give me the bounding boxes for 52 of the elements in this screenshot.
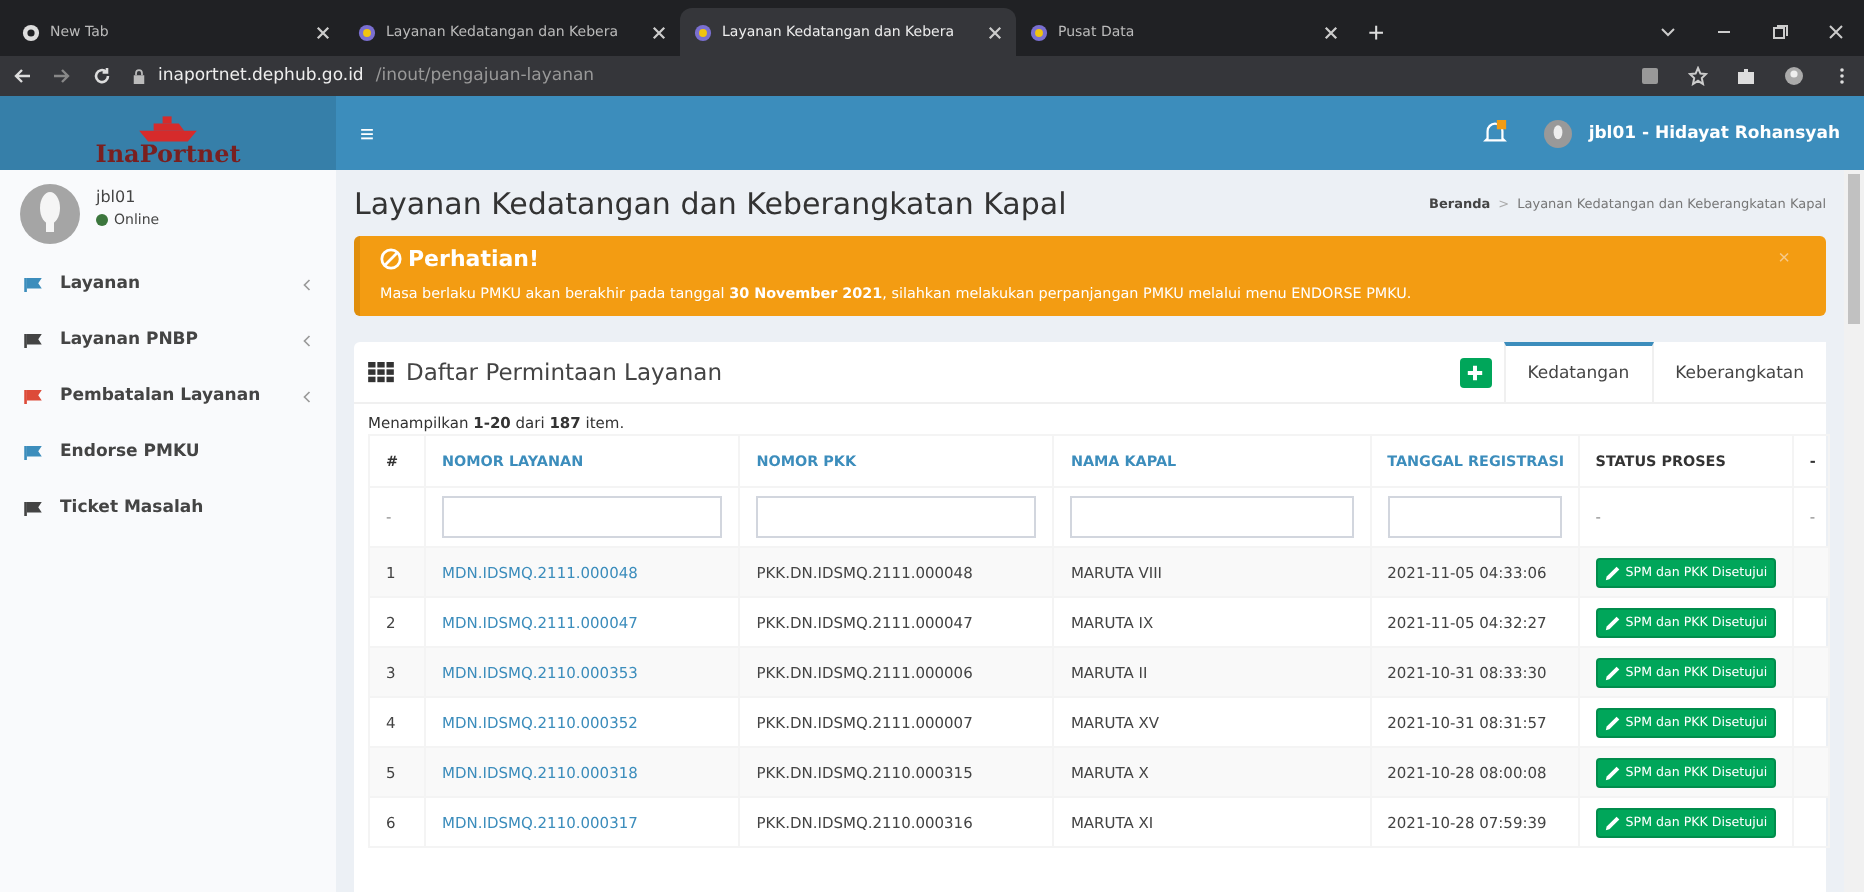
panel-title: Daftar Permintaan Layanan (406, 358, 722, 386)
forward-arrow-icon[interactable] (52, 66, 72, 86)
user-name[interactable]: jbl01 - Hidayat Rohansyah (1588, 123, 1840, 143)
pencil-icon (1603, 713, 1622, 731)
reload-icon[interactable] (92, 66, 112, 86)
new-tab-button[interactable]: + (1352, 8, 1401, 56)
chevron-left-icon (302, 333, 312, 347)
pencil-icon (1603, 763, 1622, 781)
close-icon[interactable] (316, 25, 330, 39)
add-button[interactable] (1459, 358, 1492, 388)
restore-icon[interactable] (1770, 22, 1790, 42)
pencil-icon (1603, 613, 1622, 631)
sidebar-item[interactable]: Ticket Masalah (0, 480, 336, 536)
back-arrow-icon[interactable] (12, 66, 32, 86)
logo[interactable]: InaPortnet (0, 96, 336, 170)
site-icon (1030, 23, 1048, 41)
filter-field[interactable] (1387, 496, 1562, 538)
close-icon[interactable] (1324, 25, 1338, 39)
ban-icon (380, 248, 402, 270)
chevron-down-icon[interactable] (1658, 22, 1678, 42)
plus-icon (1466, 364, 1485, 382)
chevron-left-icon (302, 389, 312, 403)
chevron-left-icon (302, 277, 312, 291)
sidebar-item[interactable]: Layanan PNBP (0, 312, 336, 368)
lock-icon (132, 67, 146, 85)
globe-icon (22, 23, 40, 41)
close-icon[interactable] (1826, 22, 1846, 42)
close-icon[interactable] (652, 25, 666, 39)
sidebar-item[interactable]: Pembatalan Layanan (0, 368, 336, 424)
filter-field[interactable] (1070, 496, 1354, 538)
bell-icon[interactable] (1482, 120, 1509, 146)
status-dot (96, 214, 108, 226)
sidebar-item[interactable]: Endorse PMKU (0, 424, 336, 480)
avatar-icon (1544, 119, 1573, 147)
pencil-icon (1603, 663, 1622, 681)
pencil-icon (1603, 563, 1622, 581)
avatar-icon[interactable] (1784, 66, 1804, 86)
site-icon (358, 23, 376, 41)
user-name: jbl01 (96, 188, 138, 206)
pencil-icon (1603, 813, 1622, 831)
tab[interactable]: Kedatangan (1503, 342, 1654, 402)
sidebar-item[interactable]: Layanan (0, 256, 336, 312)
grid-icon (368, 362, 394, 384)
site-icon (694, 23, 712, 41)
star-icon[interactable] (1688, 66, 1708, 86)
scrollbar-thumb[interactable] (1848, 174, 1860, 324)
alert-title: Perhatian! (408, 246, 540, 272)
avatar-icon (20, 184, 80, 244)
filter-field[interactable] (756, 496, 1037, 538)
filter-field[interactable] (442, 496, 723, 538)
page-title: Layanan Kedatangan dan Keberangkatan Kapal (354, 185, 1069, 221)
close-icon[interactable] (988, 25, 1002, 39)
